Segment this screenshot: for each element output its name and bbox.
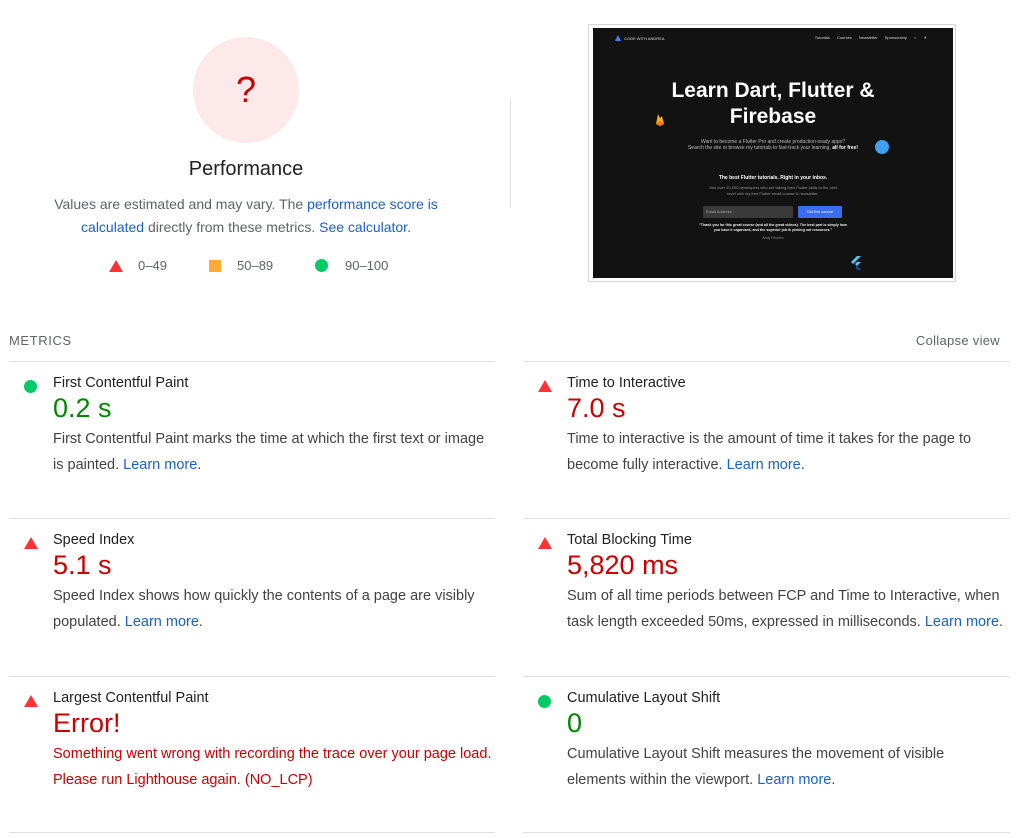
fail-triangle-icon [24,537,38,549]
period: . [999,614,1004,630]
divider [9,832,495,833]
thumb-navbar: CODE WITH ANDREA Tutorials Courses Newsl… [593,33,953,45]
metrics-header: METRICS [9,333,72,348]
legend-pass: 90–100 [315,258,388,273]
learn-more-link[interactable]: Learn more [123,457,197,473]
learn-more-link[interactable]: Learn more [925,614,999,630]
gauge-desc-prefix: Values are estimated and may vary. The [54,196,308,212]
see-calculator-link[interactable]: See calculator. [319,219,411,235]
metric-value: 7.0 s [567,393,626,423]
collapse-view-toggle[interactable]: Collapse view [916,333,1000,348]
pass-circle-icon [24,380,37,393]
final-screenshot[interactable]: CODE WITH ANDREA Tutorials Courses Newsl… [593,28,953,278]
theme-icon: ☀ [923,35,927,40]
gauge-title: Performance [188,158,304,180]
thumb-nav-link: Courses [836,35,852,40]
thumb-headline: Learn Dart, Flutter & Firebase [593,78,953,130]
thumb-nav-link: Tutorials [814,35,830,40]
logo-icon [615,35,621,41]
thumb-headline-line1: Learn Dart, Flutter & [671,79,875,102]
period: . [831,772,836,788]
gauge-description: Values are estimated and may vary. The p… [22,193,470,239]
metric-value: 0 [567,708,583,738]
metric-title: First Contentful Paint [53,375,189,391]
metric-error-value: Error! [53,708,121,738]
metric-title: Cumulative Layout Shift [567,690,721,706]
metric-description: Sum of all time periods between FCP and … [567,583,1007,635]
legend-pass-label: 90–100 [345,258,389,273]
thumb-cta-title: The best Flutter tutorials. Right in you… [718,175,828,181]
dart-icon [875,140,889,154]
metric-title: Speed Index [53,532,135,548]
divider [9,361,495,362]
legend-fail: 0–49 [109,258,167,273]
thumb-cta-sub-line1: Join over 10,000 developers who are taki… [708,185,838,190]
metric-value: 0.2 s [53,393,112,423]
vertical-divider [510,100,511,208]
thumb-subtitle: Want to become a Flutter Pro and create … [673,139,873,151]
fail-triangle-icon [24,695,38,707]
thumb-testimonial: "Thank you for this great course (and al… [699,223,847,232]
period: . [198,614,203,630]
metric-error-description: Something went wrong with recording the … [53,746,492,788]
circle-icon [315,259,328,272]
triangle-icon [109,259,123,272]
thumb-nav-links: Tutorials Courses Newsletter Sponsorship… [815,35,927,40]
firebase-icon [656,114,664,126]
thumb-get-course-button: Get the course [798,206,842,218]
thumb-cta-subtitle: Join over 10,000 developers who are taki… [693,185,853,196]
metric-title: Time to Interactive [567,375,686,391]
metric-desc-text: First Contentful Paint marks the time at… [53,431,485,473]
learn-more-link[interactable]: Learn more [125,614,199,630]
legend-fail-label: 0–49 [138,258,167,273]
thumb-sub-line2: Search the site or browse my tutorials t… [687,145,831,151]
divider [9,518,495,519]
divider [523,832,1010,833]
gauge-desc-mid: directly from these metrics. [144,219,320,235]
metric-title: Largest Contentful Paint [53,690,209,706]
search-icon: ○ [913,35,917,40]
fail-triangle-icon [538,380,552,392]
legend-average-label: 50–89 [237,258,274,273]
metric-title: Total Blocking Time [567,532,692,548]
divider [523,518,1010,519]
metric-description: Time to interactive is the amount of tim… [567,426,1007,478]
learn-more-link[interactable]: Learn more [757,772,831,788]
thumb-brand: CODE WITH ANDREA [624,35,665,41]
thumb-nav-link: Sponsorship [884,35,907,40]
square-icon [209,259,221,272]
metric-description: Cumulative Layout Shift measures the mov… [567,741,1007,793]
divider [9,676,495,677]
thumb-nav-link: Newsletter [858,35,878,40]
learn-more-link[interactable]: Learn more [727,457,801,473]
legend-average: 50–89 [209,258,273,273]
thumb-sub-bold: all for free! [832,145,859,151]
metric-value: 5.1 s [53,550,112,580]
performance-score-gauge: ? [193,37,299,143]
performance-score: ? [235,69,257,110]
divider [523,676,1010,677]
metric-description: First Contentful Paint marks the time at… [53,426,493,478]
score-legend: 0–49 50–89 90–100 [0,258,492,278]
thumb-headline-line2: Firebase [729,105,817,128]
metric-desc-text: Cumulative Layout Shift measures the mov… [567,746,945,788]
period: . [800,457,805,473]
metric-description: Speed Index shows how quickly the conten… [53,583,493,635]
metric-desc-text: Speed Index shows how quickly the conten… [53,588,475,630]
thumb-testimonial-author: Andy Rhodes [762,236,784,240]
performance-gauge-section: ? Performance Values are estimated and m… [0,0,492,300]
period: . [197,457,202,473]
thumb-logo: CODE WITH ANDREA [615,35,664,41]
thumb-cta-sub-line2: level with my free Flutter email course … [727,190,819,196]
thumb-email-input: Email Address [703,206,793,218]
fail-triangle-icon [538,537,552,549]
divider [523,361,1010,362]
flutter-icon [851,256,861,270]
metric-value: 5,820 ms [567,550,679,580]
pass-circle-icon [538,695,551,708]
